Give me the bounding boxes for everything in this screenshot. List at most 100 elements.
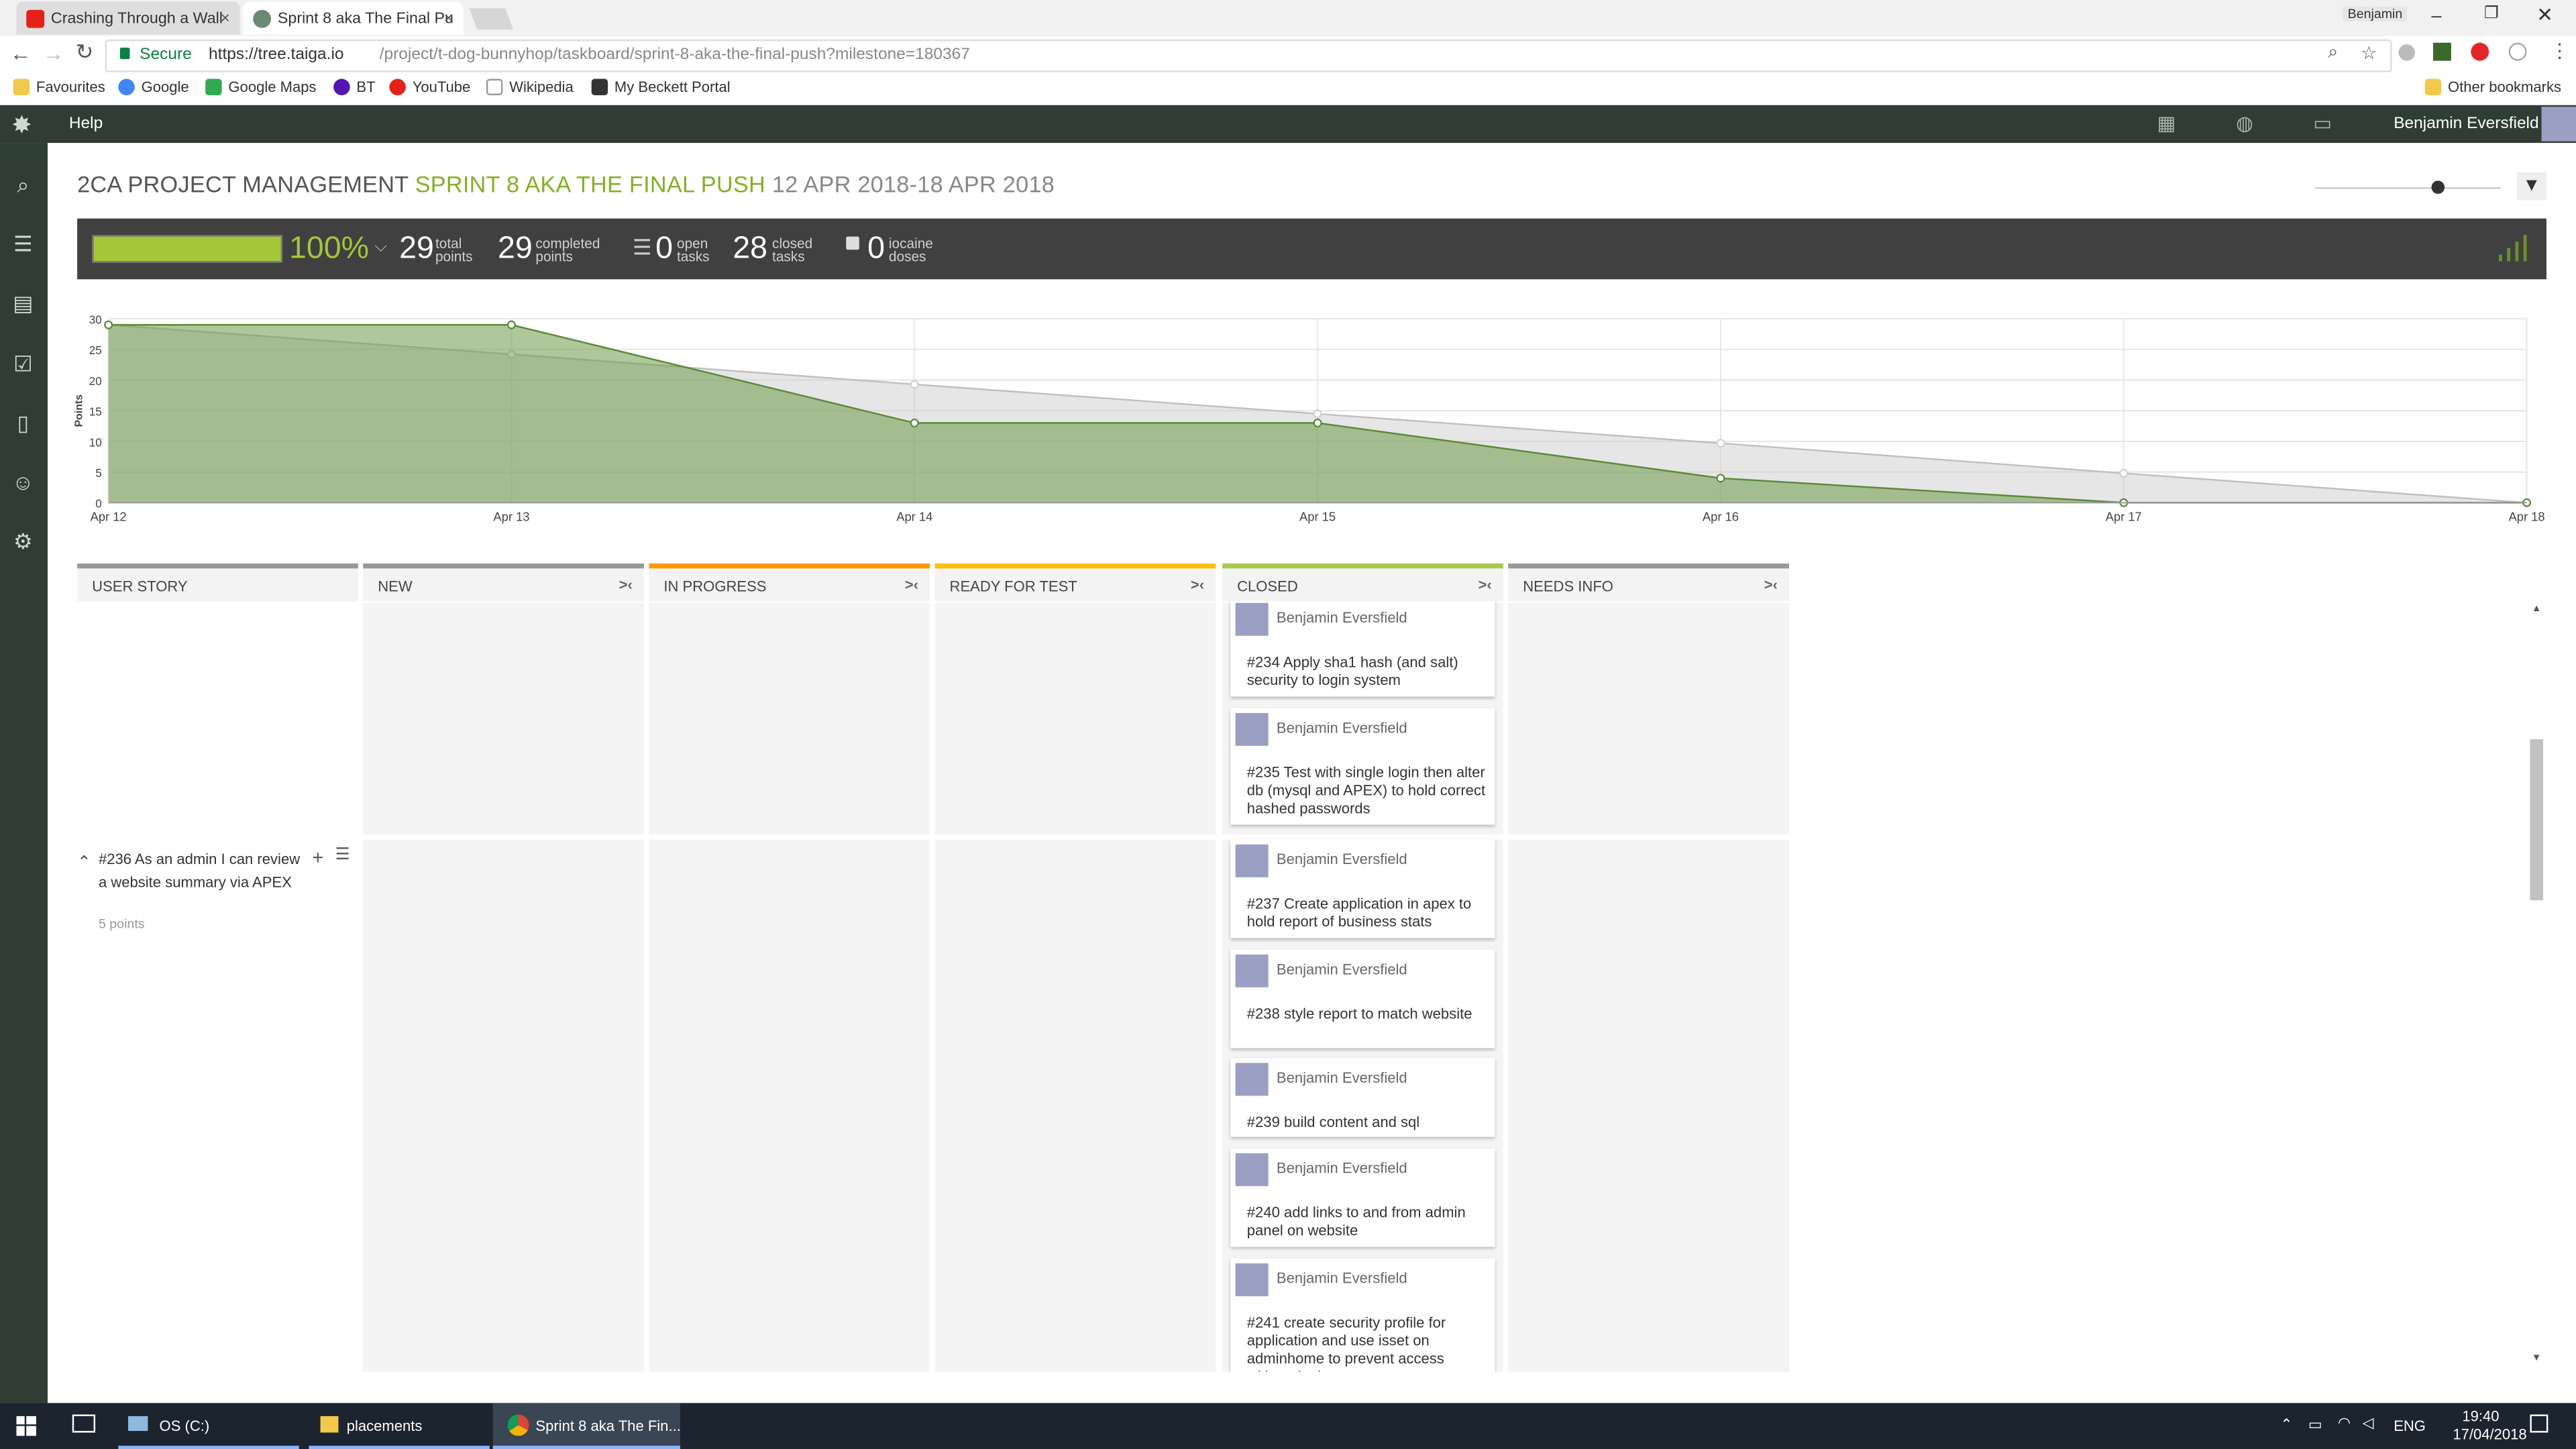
user-avatar[interactable]	[2541, 107, 2576, 142]
cell-in-progress-unassigned[interactable]	[649, 602, 930, 835]
extension-grey-icon[interactable]	[2398, 44, 2416, 61]
kanban-icon[interactable]: ▤	[10, 290, 36, 317]
chevron-down-icon[interactable]: ⌵	[374, 238, 387, 256]
scrollbar-thumb[interactable]	[2530, 739, 2544, 901]
taiga-logo-icon[interactable]: ✸	[11, 110, 32, 140]
avatar[interactable]	[1235, 954, 1269, 987]
collapse-story-icon[interactable]: ⌃	[77, 854, 91, 872]
windows-start-icon[interactable]	[16, 1416, 36, 1436]
restore-icon[interactable]: ❐	[2484, 5, 2499, 23]
opera-icon[interactable]	[2471, 42, 2489, 61]
help-link[interactable]: Help	[69, 115, 103, 133]
avatar[interactable]	[1235, 1063, 1269, 1096]
fold-column-icon[interactable]: >‹	[619, 577, 633, 593]
wiki-icon[interactable]: ▯	[10, 411, 36, 437]
issues-icon[interactable]: ☑	[10, 352, 36, 378]
volume-icon[interactable]: ◁	[2363, 1415, 2374, 1433]
avatar[interactable]	[1235, 712, 1269, 746]
task-card[interactable]: Benjamin Eversfield #237 Create applicati…	[1230, 839, 1495, 938]
column-header-needs-info: NEEDS INFO >‹	[1508, 564, 1789, 602]
avatar[interactable]	[1235, 1153, 1269, 1187]
column-header-closed: CLOSED >‹	[1222, 564, 1503, 602]
menu-icon[interactable]: ⋮	[2550, 40, 2569, 62]
clock[interactable]: 19:40 17/04/2018	[2453, 1408, 2526, 1444]
fold-column-icon[interactable]: >‹	[1478, 577, 1491, 593]
close-window-icon[interactable]: ✕	[2536, 3, 2553, 26]
taskbar-item-placements[interactable]: placements	[309, 1403, 490, 1449]
avatar[interactable]	[1235, 1263, 1269, 1297]
backlog-icon[interactable]: ☰	[10, 231, 36, 258]
projects-grid-icon[interactable]: ▦	[2157, 112, 2176, 135]
avatar[interactable]	[1235, 844, 1269, 877]
settings-gear-icon[interactable]: ⚙	[10, 529, 36, 555]
bookmark-wikipedia[interactable]: Wikipedia	[486, 78, 574, 96]
fold-column-icon[interactable]: >‹	[905, 577, 918, 593]
cell-ready-for-test-unassigned[interactable]	[934, 602, 1216, 835]
zoom-slider-track[interactable]	[2314, 187, 2501, 189]
user-name[interactable]: Benjamin Eversfield	[2394, 115, 2538, 133]
bookmark-favourites[interactable]: Favourites	[13, 78, 105, 96]
task-view-icon[interactable]	[72, 1414, 96, 1433]
actual-point	[1313, 419, 1322, 428]
filter-icon[interactable]: ▼	[2516, 172, 2546, 201]
profile-name[interactable]: Benjamin	[2343, 6, 2408, 21]
x-tick-label: Apr 18	[2509, 509, 2545, 523]
back-icon[interactable]: ←	[10, 41, 32, 66]
bookmark-youtube[interactable]: YouTube	[389, 78, 470, 96]
task-card[interactable]: Benjamin Eversfield #239 build content an…	[1230, 1058, 1495, 1137]
add-task-icon[interactable]: +	[312, 846, 323, 869]
avatar[interactable]	[1235, 602, 1269, 636]
user-story-title[interactable]: #236 As an admin I can review a website …	[99, 849, 304, 894]
project-name[interactable]: 2CA PROJECT MANAGEMENT	[77, 171, 409, 197]
wifi-icon[interactable]: ◠	[2338, 1415, 2351, 1433]
action-center-icon[interactable]	[2530, 1414, 2548, 1433]
battery-icon[interactable]: ▭	[2308, 1416, 2322, 1434]
new-tab-button[interactable]	[469, 8, 513, 30]
folder-icon	[320, 1416, 339, 1433]
language-indicator[interactable]: ENG	[2394, 1417, 2426, 1434]
bookmark-beckett[interactable]: My Beckett Portal	[591, 78, 731, 96]
page-scrollbar[interactable]: ▲ ▼	[2530, 601, 2544, 1372]
close-tab-icon[interactable]: ×	[221, 9, 230, 27]
tray-chevron-icon[interactable]: ⌃	[2280, 1416, 2292, 1434]
bookmark-google-maps[interactable]: Google Maps	[205, 78, 317, 96]
task-card[interactable]: Benjamin Eversfield #238 style report to …	[1230, 949, 1495, 1049]
task-card[interactable]: Benjamin Eversfield #235 Test with single…	[1230, 708, 1495, 825]
discover-icon[interactable]: ◍	[2236, 112, 2253, 135]
search-icon[interactable]: ⌕	[10, 172, 36, 199]
bookmark-google[interactable]: Google	[118, 78, 189, 96]
fold-column-icon[interactable]: >‹	[1764, 577, 1778, 593]
tasks-list-icon: ☰	[632, 235, 652, 260]
bookmark-bt[interactable]: BT	[333, 78, 376, 96]
browser-tab-youtube[interactable]: Crashing Through a Wall ×	[16, 1, 240, 35]
task-card[interactable]: Benjamin Eversfield #240 add links to and…	[1230, 1148, 1495, 1247]
extension-circle-icon[interactable]	[2508, 42, 2527, 61]
actual-point	[506, 320, 516, 329]
browser-tab-taiga[interactable]: Sprint 8 aka The Final Pu ×	[243, 1, 464, 35]
notifications-icon[interactable]: ▭	[2313, 112, 2332, 135]
taskbar-item-os[interactable]: OS (C:)	[118, 1403, 299, 1449]
graph-toggle-icon[interactable]	[2498, 231, 2535, 262]
cell-new-unassigned[interactable]	[363, 602, 645, 835]
cell-needs-info-236[interactable]	[1508, 839, 1789, 1372]
bookmark-other[interactable]: Other bookmarks	[2424, 78, 2561, 96]
taskbar-item-chrome[interactable]: Sprint 8 aka The Fin...	[492, 1403, 681, 1449]
minimize-icon[interactable]: –	[2432, 7, 2442, 26]
cell-new-236[interactable]	[363, 839, 645, 1372]
cell-in-progress-236[interactable]	[649, 839, 930, 1372]
forward-icon[interactable]: →	[43, 41, 64, 66]
bulk-add-icon[interactable]: ☰	[335, 846, 350, 864]
close-tab-icon[interactable]: ×	[444, 9, 453, 27]
cell-ready-for-test-236[interactable]	[934, 839, 1216, 1372]
omnibox[interactable]: Secure https://tree.taiga.io /project/t-…	[105, 39, 2392, 72]
cell-needs-info-unassigned[interactable]	[1508, 602, 1789, 835]
fold-column-icon[interactable]: >‹	[1191, 577, 1204, 593]
task-card[interactable]: Benjamin Eversfield #241 create security …	[1230, 1258, 1495, 1372]
bookmark-star-icon[interactable]: ☆	[2361, 43, 2377, 64]
zoom-icon[interactable]: ⌕	[2328, 43, 2338, 64]
task-card[interactable]: Benjamin Eversfield #234 Apply sha1 hash …	[1230, 601, 1495, 697]
team-icon[interactable]: ☺	[10, 470, 36, 496]
reload-icon[interactable]: ↻	[76, 40, 94, 66]
zoom-slider-thumb[interactable]	[2431, 180, 2445, 194]
extension-green-icon[interactable]	[2432, 42, 2451, 61]
